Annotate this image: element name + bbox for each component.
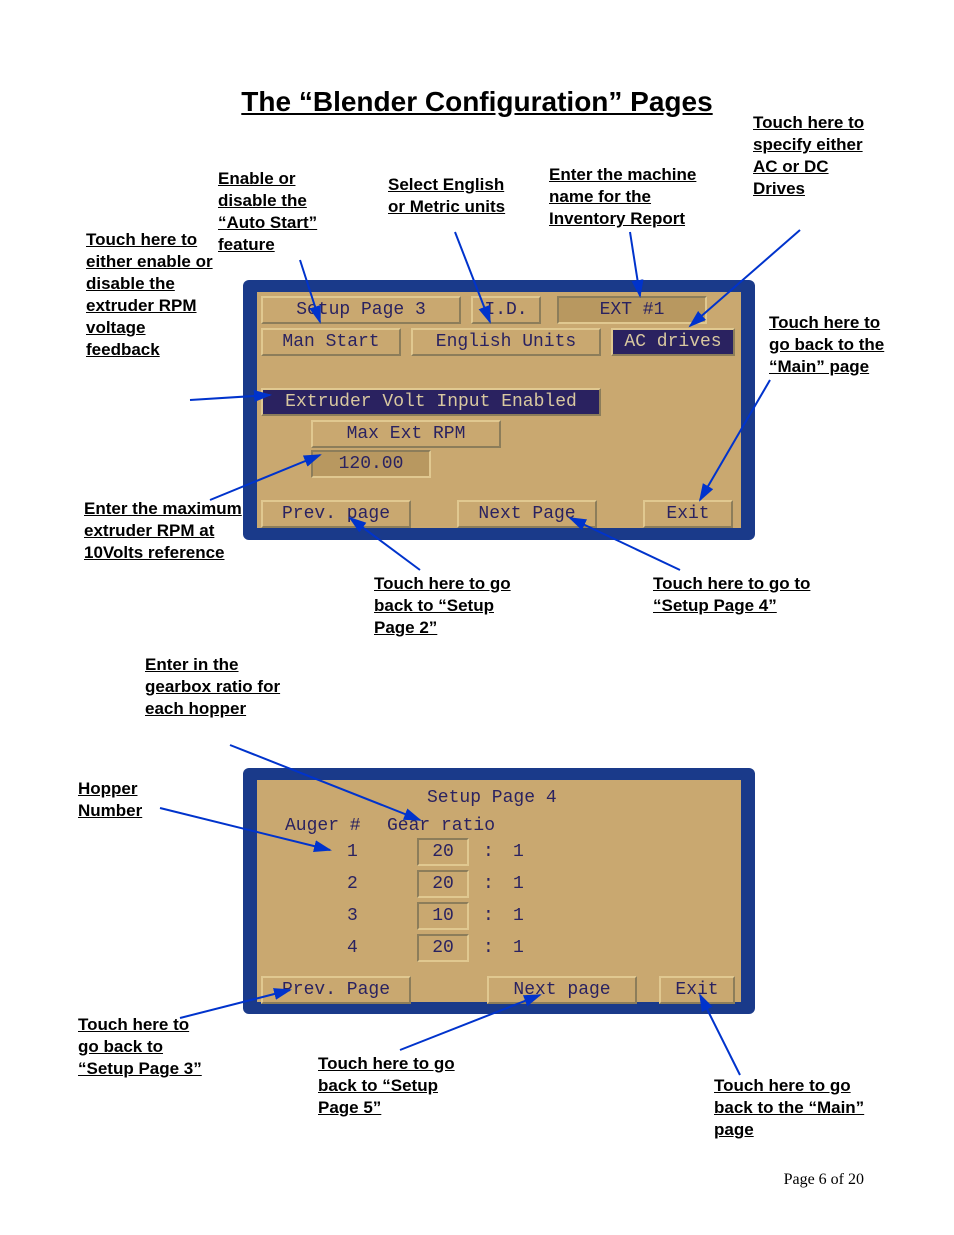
ann-go-main-2: Touch here to go back to the “Main” page (714, 1075, 894, 1141)
prev-page-button-1[interactable]: Prev. page (261, 500, 411, 528)
units-button[interactable]: English Units (411, 328, 601, 356)
gear-a-2[interactable]: 20 (417, 870, 469, 898)
next-page-button-1[interactable]: Next Page (457, 500, 597, 528)
ann-machine-name: Enter the machine name for the Inventory… (549, 164, 729, 230)
gear-b-3: 1 (513, 906, 524, 926)
auger-num-4: 4 (347, 938, 358, 958)
gear-sep-3: : (483, 906, 494, 926)
ann-gearbox: Enter in the gearbox ratio for each hopp… (145, 654, 285, 720)
page-footer: Page 6 of 20 (784, 1171, 864, 1189)
man-start-button[interactable]: Man Start (261, 328, 401, 356)
ann-hopper: Hopper Number (78, 778, 168, 822)
gear-sep-2: : (483, 874, 494, 894)
id-label: I.D. (471, 296, 541, 324)
gear-b-4: 1 (513, 938, 524, 958)
screen-setup-page-4: Setup Page 4 Auger # Gear ratio 1 20 : 1… (243, 768, 755, 1014)
gear-a-3[interactable]: 10 (417, 902, 469, 930)
ann-go-main-1: Touch here to go back to the “Main” page (769, 312, 889, 378)
next-page-button-2[interactable]: Next page (487, 976, 637, 1004)
gear-a-1[interactable]: 20 (417, 838, 469, 866)
crt-area-2: Setup Page 4 Auger # Gear ratio 1 20 : 1… (257, 780, 741, 1002)
setup-page-4-label: Setup Page 4 (427, 788, 557, 808)
gear-ratio-header: Gear ratio (387, 816, 495, 836)
exit-button-1[interactable]: Exit (643, 500, 733, 528)
volt-input-button[interactable]: Extruder Volt Input Enabled (261, 388, 601, 416)
auger-header: Auger # (285, 816, 361, 836)
auger-num-1: 1 (347, 842, 358, 862)
crt-area-1: Setup Page 3 I.D. EXT #1 Man Start Engli… (257, 292, 741, 528)
ann-rpm-volt: Touch here to either enable or disable t… (86, 229, 216, 362)
ann-go-setup4: Touch here to go to “Setup Page 4” (653, 573, 853, 617)
ann-go-setup5: Touch here to go back to “Setup Page 5” (318, 1053, 468, 1119)
gear-b-2: 1 (513, 874, 524, 894)
ann-select-units: Select English or Metric units (388, 174, 508, 218)
gear-sep-1: : (483, 842, 494, 862)
max-ext-rpm-field[interactable]: 120.00 (311, 450, 431, 478)
ann-ac-dc: Touch here to specify either AC or DC Dr… (753, 112, 883, 200)
auger-num-3: 3 (347, 906, 358, 926)
ann-max-rpm: Enter the maximum extruder RPM at 10Volt… (84, 498, 244, 564)
max-ext-rpm-label: Max Ext RPM (311, 420, 501, 448)
machine-name-field[interactable]: EXT #1 (557, 296, 707, 324)
setup-page-label: Setup Page 3 (261, 296, 461, 324)
drives-button[interactable]: AC drives (611, 328, 735, 356)
screen-setup-page-3: Setup Page 3 I.D. EXT #1 Man Start Engli… (243, 280, 755, 540)
ann-enable-autostart: Enable or disable the “Auto Start” featu… (218, 168, 358, 256)
ann-go-setup2: Touch here to go back to “Setup Page 2” (374, 573, 524, 639)
gear-b-1: 1 (513, 842, 524, 862)
gear-sep-4: : (483, 938, 494, 958)
gear-a-4[interactable]: 20 (417, 934, 469, 962)
ann-go-setup3: Touch here to go back to “Setup Page 3” (78, 1014, 208, 1080)
prev-page-button-2[interactable]: Prev. Page (261, 976, 411, 1004)
auger-num-2: 2 (347, 874, 358, 894)
exit-button-2[interactable]: Exit (659, 976, 735, 1004)
